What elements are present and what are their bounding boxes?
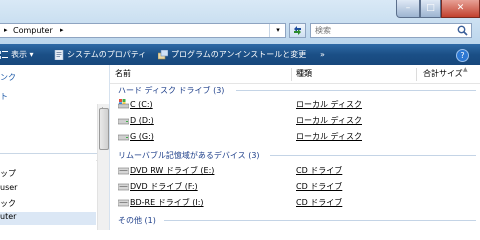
address-bar-row: – □ ✕ ▸ Computer ▸ ▾ — [0, 0, 480, 44]
drive-type: ローカル ディスク — [296, 100, 362, 109]
drive-type: CD ドライブ — [296, 182, 343, 191]
close-button[interactable]: ✕ — [441, 0, 480, 18]
breadcrumb-computer[interactable]: Computer — [13, 24, 53, 37]
folder-tree-item[interactable]: user — [0, 183, 17, 192]
column-total-size[interactable]: 合計サイズ — [423, 65, 463, 83]
refresh-icon — [294, 26, 301, 35]
search-icon[interactable] — [457, 25, 468, 36]
search-box[interactable] — [310, 23, 472, 38]
minimize-button[interactable]: – — [396, 0, 420, 18]
system-properties-button[interactable]: システムのプロパティ — [54, 44, 146, 65]
drive-type: ローカル ディスク — [296, 132, 362, 141]
search-input[interactable] — [315, 24, 455, 37]
hard-drive-icon — [118, 118, 129, 125]
favorite-link[interactable]: ンク — [0, 72, 16, 83]
scrollbar-thumb[interactable] — [99, 108, 109, 150]
maximize-button[interactable]: □ — [420, 0, 441, 18]
navigation-pane: ンク ト ⌄ ップ user ック uter ▲ — [0, 65, 110, 230]
optical-drive-icon — [118, 199, 129, 207]
command-bar: 表示 ▾ システムのプロパティ プログラムのアンインストールと変更 » ? — [0, 44, 480, 65]
drive-type: CD ドライブ — [296, 166, 343, 175]
group-divider — [164, 220, 476, 221]
breadcrumb-chevron-icon[interactable]: ▸ — [60, 24, 64, 37]
group-header-hdd[interactable]: ハード ディスク ドライブ (3) — [118, 85, 224, 96]
uninstall-icon — [157, 49, 169, 60]
drive-name: DVD RW ドライブ (E:) — [130, 166, 215, 175]
view-menu-button[interactable]: 表示 ▾ — [0, 44, 34, 65]
uninstall-label: プログラムのアンインストールと変更 — [171, 50, 307, 59]
favorite-link[interactable]: ト — [0, 91, 8, 102]
sort-arrow-icon: ▲ — [463, 66, 468, 73]
address-bar[interactable]: ▸ Computer ▸ ▾ — [0, 23, 286, 38]
drive-name: D (D:) — [130, 116, 154, 125]
column-separator[interactable] — [291, 68, 292, 81]
column-type[interactable]: 種類 — [296, 65, 312, 83]
system-drive-icon — [118, 99, 129, 109]
system-properties-label: システムのプロパティ — [67, 50, 147, 59]
nav-scrollbar[interactable]: ▲ — [97, 104, 109, 230]
drive-name: G (G:) — [130, 132, 154, 141]
drive-type: CD ドライブ — [296, 198, 343, 207]
group-header-removable[interactable]: リムーバブル記憶域があるデバイス (3) — [118, 150, 260, 161]
nav-divider — [0, 153, 109, 154]
group-header-other[interactable]: その他 (1) — [118, 215, 156, 226]
drive-name: DVD ドライブ (F:) — [130, 182, 198, 191]
properties-icon — [54, 49, 64, 61]
hard-drive-icon — [118, 134, 129, 141]
column-header: 名前 種類 ▲ 合計サイズ — [110, 65, 480, 84]
toolbar-overflow-button[interactable]: » — [320, 44, 325, 65]
address-dropdown-icon[interactable]: ▾ — [269, 24, 286, 37]
breadcrumb-separator-icon[interactable]: ▸ — [4, 24, 8, 37]
dropdown-arrow-icon: ▾ — [27, 50, 34, 59]
optical-drive-icon — [118, 167, 129, 175]
uninstall-program-button[interactable]: プログラムのアンインストールと変更 — [157, 44, 307, 65]
group-divider — [236, 90, 476, 91]
folder-tree-item[interactable]: ック — [0, 198, 16, 209]
view-label: 表示 — [11, 50, 27, 59]
drive-name: BD-RE ドライブ (I:) — [130, 198, 204, 207]
group-divider — [270, 155, 476, 156]
folder-tree-item-selected[interactable]: uter — [0, 212, 96, 225]
drive-name: C (C:) — [130, 100, 153, 109]
view-icon — [0, 51, 8, 59]
column-separator[interactable] — [416, 68, 417, 81]
refresh-button[interactable] — [289, 23, 306, 38]
column-name[interactable]: 名前 — [115, 65, 131, 83]
optical-drive-icon — [118, 183, 129, 191]
drive-type: ローカル ディスク — [296, 116, 362, 125]
folder-tree-item[interactable]: ップ — [0, 168, 16, 179]
